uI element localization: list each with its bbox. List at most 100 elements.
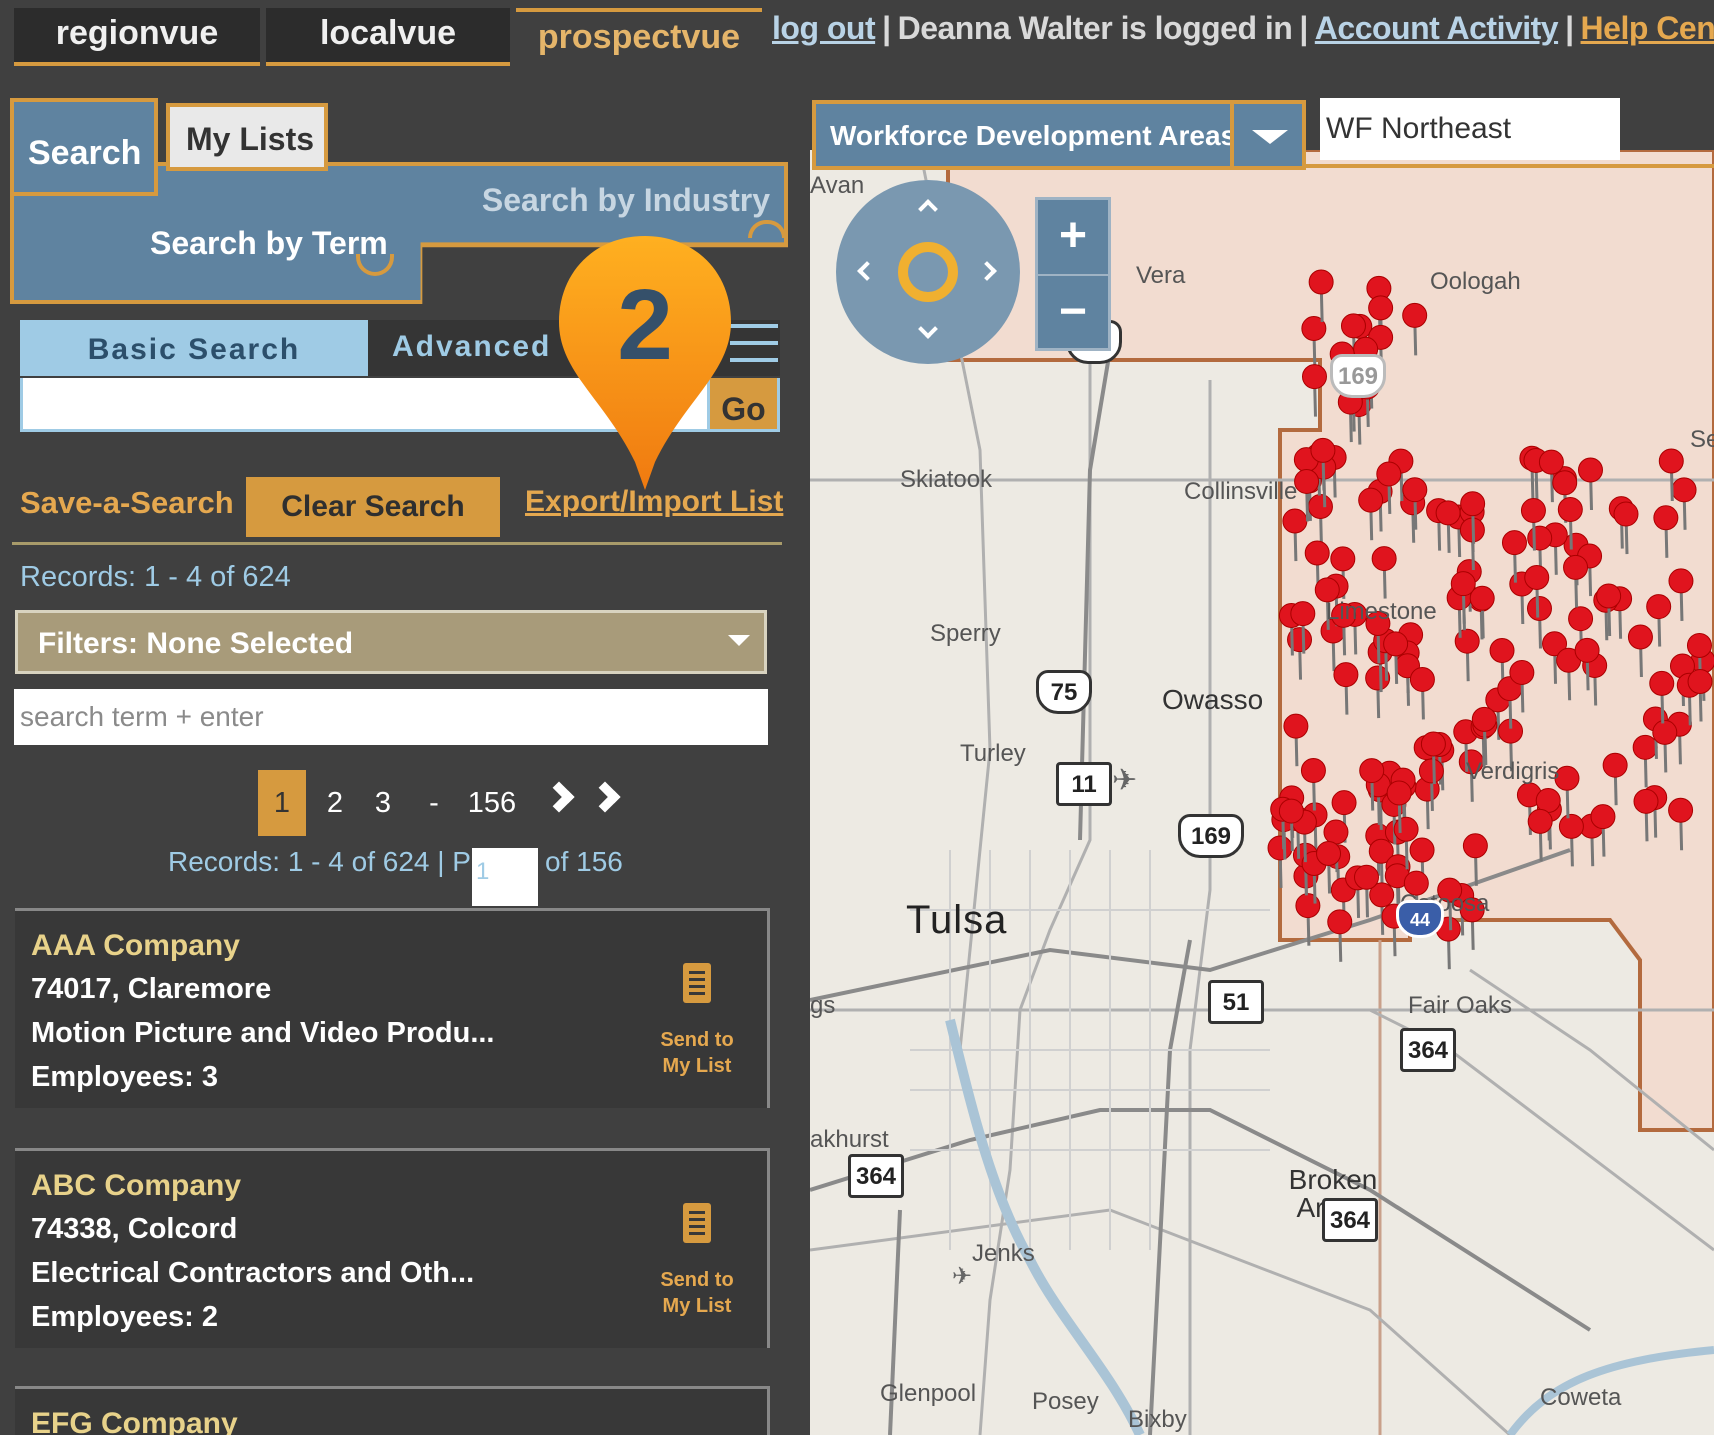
zoom-out-button[interactable]: − xyxy=(1038,276,1108,350)
highway-shield: 169 xyxy=(1178,814,1244,858)
map-pin[interactable] xyxy=(1327,909,1353,962)
result-card[interactable]: EFG Company xyxy=(15,1386,770,1435)
map-pin[interactable] xyxy=(1371,546,1397,599)
company-name[interactable]: AAA Company xyxy=(31,929,240,963)
map-pin[interactable] xyxy=(1402,302,1428,356)
map-pin[interactable] xyxy=(1282,508,1308,562)
pan-down-icon[interactable] xyxy=(918,319,938,339)
logout-link[interactable]: log out xyxy=(772,10,876,46)
map-place-label: Tulsa xyxy=(906,898,1008,942)
map-place-label: Glenpool xyxy=(880,1380,977,1407)
next-page-icon[interactable] xyxy=(543,781,575,813)
company-name[interactable]: EFG Company xyxy=(31,1407,238,1435)
map-pin[interactable] xyxy=(1563,554,1589,608)
map-pin[interactable] xyxy=(1307,494,1333,547)
search-by-term[interactable]: Search by Term xyxy=(150,225,388,262)
caret-down-icon[interactable] xyxy=(1230,104,1302,166)
company-employees: Employees: 3 xyxy=(31,1061,218,1093)
pan-control[interactable] xyxy=(836,180,1020,364)
map-pin[interactable] xyxy=(1558,813,1584,867)
result-card[interactable]: ABC Company 74338, Colcord Electrical Co… xyxy=(15,1148,770,1348)
filters-dropdown[interactable]: Filters: None Selected xyxy=(15,610,767,674)
map-place-label: Skiatook xyxy=(900,466,993,493)
map-place-label: Vera xyxy=(1136,262,1186,289)
map-place-label: Bixby xyxy=(1128,1406,1187,1433)
map-pin[interactable] xyxy=(1358,487,1384,541)
page-number-input[interactable]: 1 xyxy=(472,848,538,906)
map-place-label: Coweta xyxy=(1540,1384,1622,1411)
map-pin[interactable] xyxy=(1469,585,1495,639)
menu-icon[interactable] xyxy=(730,324,778,375)
filters-label: Filters: None Selected xyxy=(38,627,354,660)
search-term-input[interactable] xyxy=(14,689,768,745)
map-pin[interactable] xyxy=(1301,364,1327,417)
help-center-link[interactable]: Help Center xyxy=(1581,10,1714,46)
pan-right-icon[interactable] xyxy=(977,261,997,281)
map-pin[interactable] xyxy=(1577,457,1603,511)
map-pin[interactable] xyxy=(1267,835,1293,888)
tab-search[interactable]: Search xyxy=(10,98,158,196)
basic-search-tab[interactable]: Basic Search xyxy=(20,320,368,376)
map-pin[interactable] xyxy=(1301,316,1327,369)
map-pin[interactable] xyxy=(1414,776,1440,830)
company-industry: Motion Picture and Video Produ... xyxy=(31,1017,495,1049)
account-activity-link[interactable]: Account Activity xyxy=(1315,10,1559,46)
tab-regionvue[interactable]: regionvue xyxy=(14,8,260,66)
clear-search-button[interactable]: Clear Search xyxy=(246,477,500,537)
page-total: of 156 xyxy=(545,846,623,877)
map-place-label: Posey xyxy=(1032,1388,1099,1415)
company-name[interactable]: ABC Company xyxy=(31,1169,241,1203)
map-pin[interactable] xyxy=(1632,734,1658,788)
page-2[interactable]: 2 xyxy=(320,770,350,836)
map-pin[interactable] xyxy=(1409,666,1435,720)
tab-my-lists[interactable]: My Lists xyxy=(166,103,328,171)
list-icon[interactable] xyxy=(683,1203,711,1243)
tab-localvue[interactable]: localvue xyxy=(266,8,510,66)
company-location: 74017, Claremore xyxy=(31,973,272,1005)
map-pin[interactable] xyxy=(1283,713,1309,767)
highway-shield: 169 xyxy=(1330,354,1386,398)
page-3[interactable]: 3 xyxy=(368,770,398,836)
map-place-label: Verdigris xyxy=(1466,758,1560,785)
pan-left-icon[interactable] xyxy=(857,261,877,281)
caret-down-icon xyxy=(728,635,750,646)
divider xyxy=(1306,164,1714,168)
map-place-label: Jenks xyxy=(972,1240,1035,1267)
map-place-label: Sperry xyxy=(930,620,1001,647)
highway-shield: 364 xyxy=(1322,1198,1378,1242)
last-page-icon[interactable] xyxy=(589,781,621,813)
pan-up-icon[interactable] xyxy=(918,199,938,219)
zoom-control: + − xyxy=(1035,197,1111,351)
map-pin[interactable] xyxy=(1300,757,1326,811)
map-pin[interactable] xyxy=(1627,624,1653,678)
region-value-field[interactable]: WF Northeast xyxy=(1320,98,1620,160)
map-pin[interactable] xyxy=(1333,662,1359,715)
map-place-label: gs xyxy=(810,992,836,1019)
map-pin[interactable] xyxy=(1653,505,1679,558)
tab-prospectvue[interactable]: prospectvue xyxy=(516,8,762,66)
highway-shield: 364 xyxy=(1400,1028,1456,1072)
user-status: Deanna Walter is logged in xyxy=(897,10,1293,46)
save-a-search-link[interactable]: Save-a-Search xyxy=(20,485,234,521)
send-to-my-list-button[interactable]: Send to My List xyxy=(645,1027,749,1079)
map-place-label: Limestone xyxy=(1326,598,1437,625)
map-pin[interactable] xyxy=(1602,752,1628,806)
map-pin[interactable] xyxy=(1613,501,1639,555)
records-count: Records: 1 - 4 of 624 xyxy=(20,561,291,593)
center-icon[interactable] xyxy=(898,242,958,302)
highway-shield: 75 xyxy=(1036,670,1092,714)
search-by-industry[interactable]: Search by Industry xyxy=(480,182,770,219)
result-card[interactable]: AAA Company 74017, Claremore Motion Pict… xyxy=(15,908,770,1108)
map-pin[interactable] xyxy=(1668,568,1694,621)
send-to-my-list-button[interactable]: Send to My List xyxy=(645,1267,749,1319)
map-place-label: Oologah xyxy=(1430,268,1521,295)
map-pin[interactable] xyxy=(1668,797,1694,851)
page-last[interactable]: 156 xyxy=(464,770,520,836)
list-icon[interactable] xyxy=(683,963,711,1003)
map-pin[interactable] xyxy=(1462,833,1488,886)
page-1[interactable]: 1 xyxy=(258,770,306,836)
map-pin[interactable] xyxy=(1308,269,1334,323)
company-location: 74338, Colcord xyxy=(31,1213,238,1245)
top-nav: regionvue localvue prospectvue log out | D… xyxy=(0,0,1714,68)
zoom-in-button[interactable]: + xyxy=(1038,200,1108,274)
